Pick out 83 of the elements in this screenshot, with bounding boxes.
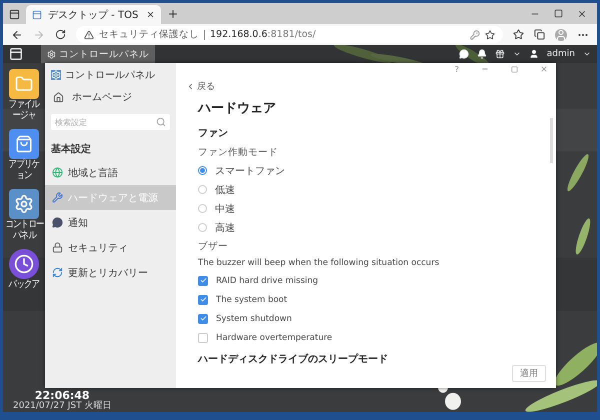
icon-label[interactable]: アプリケ (8, 159, 40, 170)
page-heading: ハードウェア (198, 100, 277, 118)
bell-icon[interactable] (476, 49, 487, 59)
lock-icon (52, 242, 63, 253)
radio-option[interactable]: 低速 (198, 180, 556, 199)
home-link[interactable]: ホームページ (45, 84, 176, 110)
sidebar-item[interactable]: 地域と言語 (45, 160, 176, 185)
tab-title: デスクトップ - TOS (48, 8, 140, 22)
checkbox-option[interactable]: The system boot (198, 290, 556, 309)
clock-time: 22:06:48 (34, 390, 90, 401)
radio-button[interactable] (198, 166, 207, 175)
description: The buzzer will beep when the following situation occurs (198, 257, 440, 270)
new-tab-icon[interactable] (167, 8, 179, 20)
scrollbar-thumb[interactable] (550, 118, 553, 163)
icon-label[interactable]: パネル (4, 230, 44, 241)
wrench-icon (52, 192, 63, 203)
collections-icon[interactable] (534, 29, 545, 40)
icon-label[interactable]: コントロー (4, 219, 44, 230)
section-title: 基本設定 (50, 142, 92, 157)
sidebar-item[interactable]: セキュリティ (45, 235, 176, 260)
window-title: コントロールパネル (65, 69, 155, 82)
checkbox[interactable] (198, 314, 208, 324)
security-label: セキュリティ保護なし (99, 28, 199, 41)
icon-label[interactable]: ファイル (8, 99, 40, 110)
checkbox-option[interactable]: Hardware overtemperature (198, 328, 556, 347)
key-icon[interactable] (470, 30, 480, 40)
globe-icon (52, 167, 63, 178)
gear-icon (51, 70, 61, 80)
user-icon[interactable] (528, 49, 539, 59)
favorites-icon[interactable] (513, 29, 524, 40)
back-link[interactable]: 戻る (186, 79, 556, 93)
close-icon[interactable] (577, 8, 587, 18)
tab-favicon-icon (32, 10, 42, 20)
chat-icon (52, 217, 63, 228)
section-heading: ファン (198, 127, 229, 141)
field-label: ブザー (198, 240, 229, 254)
address-bar[interactable]: セキュリティ保護なし 192.168.0.6:8181/tos/ (76, 26, 503, 43)
apply-button[interactable]: 適用 (512, 365, 546, 382)
gear-icon (9, 189, 39, 219)
radio-option[interactable]: 高速 (198, 218, 556, 237)
sidebar-item[interactable]: 通知 (45, 210, 176, 235)
close-icon[interactable] (146, 10, 155, 19)
search-field[interactable]: 検索設定 (51, 114, 170, 130)
radio-option[interactable]: スマートファン (198, 161, 556, 180)
bag-icon (9, 129, 39, 159)
checkbox[interactable] (198, 294, 208, 304)
chat-icon[interactable] (458, 49, 469, 59)
gear-icon (47, 50, 56, 58)
chevron-left-icon (186, 82, 195, 90)
start-icon[interactable] (9, 47, 23, 61)
update-icon (52, 267, 63, 278)
search-icon[interactable] (156, 117, 166, 127)
url-text: 192.168.0.6:8181/tos/ (210, 29, 316, 40)
radio-button[interactable] (198, 204, 207, 213)
home-icon (53, 92, 64, 102)
checkbox-option[interactable]: RAID hard drive missing (198, 271, 556, 290)
radio-button[interactable] (198, 185, 207, 194)
user-name[interactable]: admin (546, 49, 575, 59)
star-icon[interactable] (485, 30, 495, 40)
radio-button[interactable] (198, 223, 207, 232)
maximize-icon[interactable] (554, 9, 563, 18)
section-heading: ハードディスクドライブのスリープモード (198, 352, 389, 367)
folder-icon (9, 69, 39, 99)
gift-icon[interactable] (494, 49, 505, 59)
back-icon[interactable] (11, 28, 23, 40)
clock-date: 2021/07/27 JST 火曜日 (13, 401, 112, 412)
checkbox-option[interactable]: System shutdown (198, 309, 556, 328)
radio-option[interactable]: 中速 (198, 199, 556, 218)
help-button[interactable]: ? (454, 64, 459, 74)
icon-label[interactable]: ージャ (8, 110, 40, 121)
icon-label[interactable]: バックア (8, 279, 40, 290)
sidebar-item[interactable]: 更新とリカバリー (45, 260, 176, 285)
taskbar-item[interactable]: コントロールパネル (41, 45, 155, 63)
caret-icon[interactable] (583, 50, 591, 58)
caret-icon[interactable] (512, 50, 521, 58)
checkbox[interactable] (198, 276, 208, 286)
checkbox[interactable] (198, 332, 208, 342)
tab-actions-icon[interactable] (9, 9, 20, 20)
browser-tab[interactable]: デスクトップ - TOS (26, 5, 161, 24)
field-label: ファン作動モード (198, 146, 279, 160)
warning-icon (84, 30, 94, 40)
icon-label[interactable]: ョン (8, 170, 40, 181)
reload-icon[interactable] (55, 29, 66, 40)
